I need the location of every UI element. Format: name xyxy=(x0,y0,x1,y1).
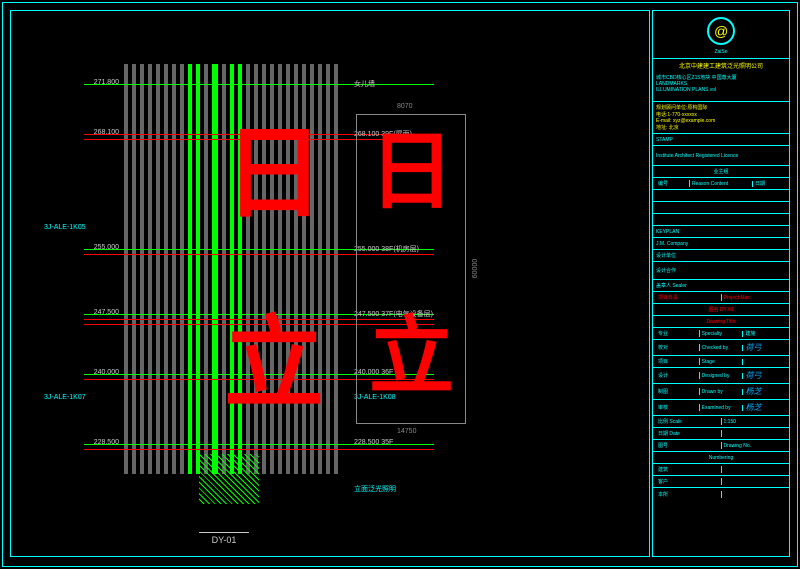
floor-label: 女儿墙 xyxy=(354,79,375,89)
logo-char-1: 日 xyxy=(224,124,324,224)
building-facade: 271.800 268.100 3J-ALE-1K05 255.000 247.… xyxy=(124,24,344,514)
title-block: @ ZaiSe 北京中建建工建筑泛光照明公司 城市CBD核心区Z15地块 中国尊… xyxy=(652,10,790,557)
drawing-area: 271.800 268.100 3J-ALE-1K05 255.000 247.… xyxy=(14,14,646,553)
company-logo: @ xyxy=(707,17,735,45)
level-line xyxy=(84,84,434,85)
elev-label: 271.800 xyxy=(94,79,119,86)
logo-char-2: 立 xyxy=(224,314,324,414)
drawing-id: DY-01 xyxy=(199,532,249,545)
company-name: 北京中建建工建筑泛光照明公司 xyxy=(653,59,789,72)
hatch-area xyxy=(199,454,259,504)
logo-dimension-box: 日 立 8070 14750 60000 xyxy=(356,114,466,424)
